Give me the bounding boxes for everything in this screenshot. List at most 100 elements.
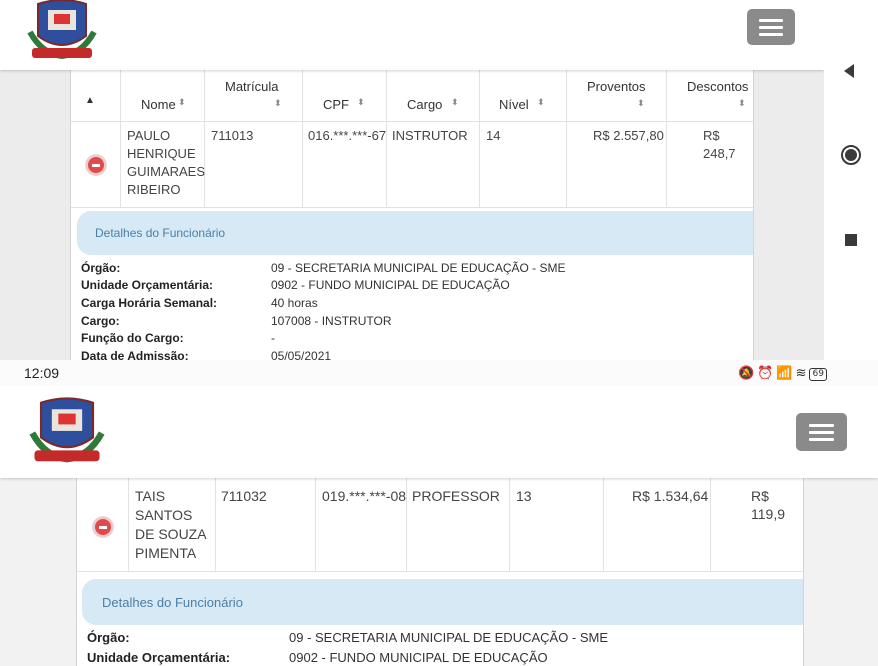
detail-label: Função do Cargo: xyxy=(81,331,184,345)
detail-value: 107008 - INSTRUTOR xyxy=(271,314,392,328)
divider xyxy=(215,473,216,571)
detail-label: Carga Horária Semanal: xyxy=(81,296,218,310)
wifi-icon: ≋ xyxy=(795,366,810,381)
screenshot-bottom: TAIS SANTOS DE SOUZA PIMENTA 711032 019.… xyxy=(0,360,878,666)
proventos-cell: R$ 2.557,80 xyxy=(593,128,664,143)
sort-icon[interactable]: ⬍ xyxy=(178,98,186,108)
col-cargo-header[interactable]: Cargo xyxy=(407,97,442,112)
nivel-cell: 13 xyxy=(516,488,532,504)
detail-label: Órgão: xyxy=(81,261,121,275)
details-header[interactable]: Detalhes do Funcionário xyxy=(77,211,753,255)
employee-table: TAIS SANTOS DE SOUZA PIMENTA 711032 019.… xyxy=(76,472,804,666)
nome-line: PIMENTA xyxy=(135,545,197,561)
divider xyxy=(603,473,604,571)
screenshot-top: ▲ Nome ⬍ Matrícula ⬍ CPF ⬍ Cargo ⬍ Nível… xyxy=(0,0,824,360)
matricula-cell: 711013 xyxy=(211,128,254,143)
alarm-icon: ⏰ xyxy=(757,366,777,381)
cargo-cell: INSTRUTOR xyxy=(392,128,468,143)
detail-label: Cargo: xyxy=(81,314,120,328)
proventos-cell: R$ 1.534,64 xyxy=(632,488,709,504)
hamburger-icon-bar xyxy=(759,33,783,36)
nome-cell: PAULO HENRIQUE GUIMARAES RIBEIRO xyxy=(127,127,205,199)
nome-line: PAULO xyxy=(127,128,171,143)
menu-button[interactable] xyxy=(796,413,847,451)
android-nav-bar xyxy=(824,0,878,360)
col-matricula-header[interactable]: Matrícula xyxy=(225,79,278,94)
hamburger-icon-bar xyxy=(759,26,783,29)
divider xyxy=(710,473,711,571)
nome-line: SANTOS xyxy=(135,507,193,523)
hamburger-icon-bar xyxy=(808,431,835,434)
details-title: Detalhes do Funcionário xyxy=(102,595,243,610)
divider xyxy=(566,65,567,207)
descontos-cell: R$ 248,7 xyxy=(703,128,736,161)
back-icon[interactable] xyxy=(842,63,856,79)
detail-label: Unidade Orçamentária: xyxy=(81,278,214,292)
col-nivel-header[interactable]: Nível xyxy=(499,97,529,112)
home-icon[interactable] xyxy=(840,144,862,166)
nome-line: RIBEIRO xyxy=(127,182,181,197)
collapse-row-icon[interactable] xyxy=(86,155,106,175)
descontos-cell: R$ 119,9 xyxy=(751,488,785,522)
status-bar: 12:09 🔕⏰📶≋ 69 xyxy=(0,360,878,386)
battery-icon: 69 xyxy=(809,368,827,381)
detail-value: 0902 - FUNDO MUNICIPAL DE EDUCAÇÃO xyxy=(289,650,548,665)
details-title: Detalhes do Funcionário xyxy=(95,226,226,240)
divider xyxy=(479,65,480,207)
col-nome-header[interactable]: Nome xyxy=(141,97,176,112)
divider xyxy=(120,65,121,207)
collapse-row-icon[interactable] xyxy=(93,517,113,537)
matricula-cell: 711032 xyxy=(221,488,267,504)
divider xyxy=(77,571,803,572)
silent-icon: 🔕 xyxy=(738,366,758,381)
detail-value: 09 - SECRETARIA MUNICIPAL DE EDUCAÇÃO - … xyxy=(289,630,609,645)
nome-line: TAIS xyxy=(135,488,166,504)
detail-value: 05/05/2021 xyxy=(271,349,332,360)
site-header xyxy=(0,386,878,478)
hamburger-icon xyxy=(808,424,835,427)
divider xyxy=(302,65,303,207)
cargo-cell: PROFESSOR xyxy=(412,488,500,504)
detail-label: Data de Admissão: xyxy=(81,349,189,360)
divider xyxy=(128,473,129,571)
sort-icon[interactable]: ⬍ xyxy=(451,98,459,108)
hamburger-icon xyxy=(759,19,783,22)
detail-label: Unidade Orçamentária: xyxy=(87,650,231,665)
details-header[interactable]: Detalhes do Funcionário xyxy=(82,579,803,625)
divider xyxy=(71,121,753,122)
sort-icon[interactable]: ⬍ xyxy=(537,98,545,108)
clock: 12:09 xyxy=(24,365,60,381)
status-icons: 🔕⏰📶≋ 69 xyxy=(738,366,827,381)
municipal-coat-of-arms-logo[interactable] xyxy=(28,394,106,470)
hamburger-icon-bar xyxy=(808,438,835,441)
municipal-coat-of-arms-logo[interactable] xyxy=(26,0,98,66)
signal-icon: 📶 xyxy=(776,366,796,381)
nome-line: HENRIQUE xyxy=(127,146,196,161)
divider xyxy=(71,207,753,208)
divider xyxy=(406,473,407,571)
detail-label: Órgão: xyxy=(87,630,130,645)
site-header xyxy=(0,0,824,70)
detail-value: 40 horas xyxy=(271,296,318,310)
employee-table: ▲ Nome ⬍ Matrícula ⬍ CPF ⬍ Cargo ⬍ Nível… xyxy=(70,64,754,360)
sort-icon[interactable]: ⬍ xyxy=(274,99,282,109)
nivel-cell: 14 xyxy=(486,128,501,143)
sort-asc-icon[interactable]: ▲ xyxy=(85,95,95,106)
divider xyxy=(386,65,387,207)
divider xyxy=(315,473,316,571)
col-descontos-header[interactable]: Descontos xyxy=(687,79,748,94)
col-cpf-header[interactable]: CPF xyxy=(323,97,349,112)
detail-value: 09 - SECRETARIA MUNICIPAL DE EDUCAÇÃO - … xyxy=(271,261,566,275)
recents-icon[interactable] xyxy=(845,234,857,246)
divider xyxy=(509,473,510,571)
col-proventos-header[interactable]: Proventos xyxy=(587,79,646,94)
sort-icon[interactable]: ⬍ xyxy=(637,99,645,109)
sort-icon[interactable]: ⬍ xyxy=(738,99,746,109)
cpf-cell: 019.***.***-08 xyxy=(322,488,407,504)
sort-icon[interactable]: ⬍ xyxy=(357,98,365,108)
cpf-cell: 016.***.***-67 xyxy=(308,128,387,143)
menu-button[interactable] xyxy=(747,9,795,45)
divider xyxy=(666,65,667,207)
nome-cell: TAIS SANTOS DE SOUZA PIMENTA xyxy=(135,487,207,563)
detail-value: 0902 - FUNDO MUNICIPAL DE EDUCAÇÃO xyxy=(271,278,510,292)
